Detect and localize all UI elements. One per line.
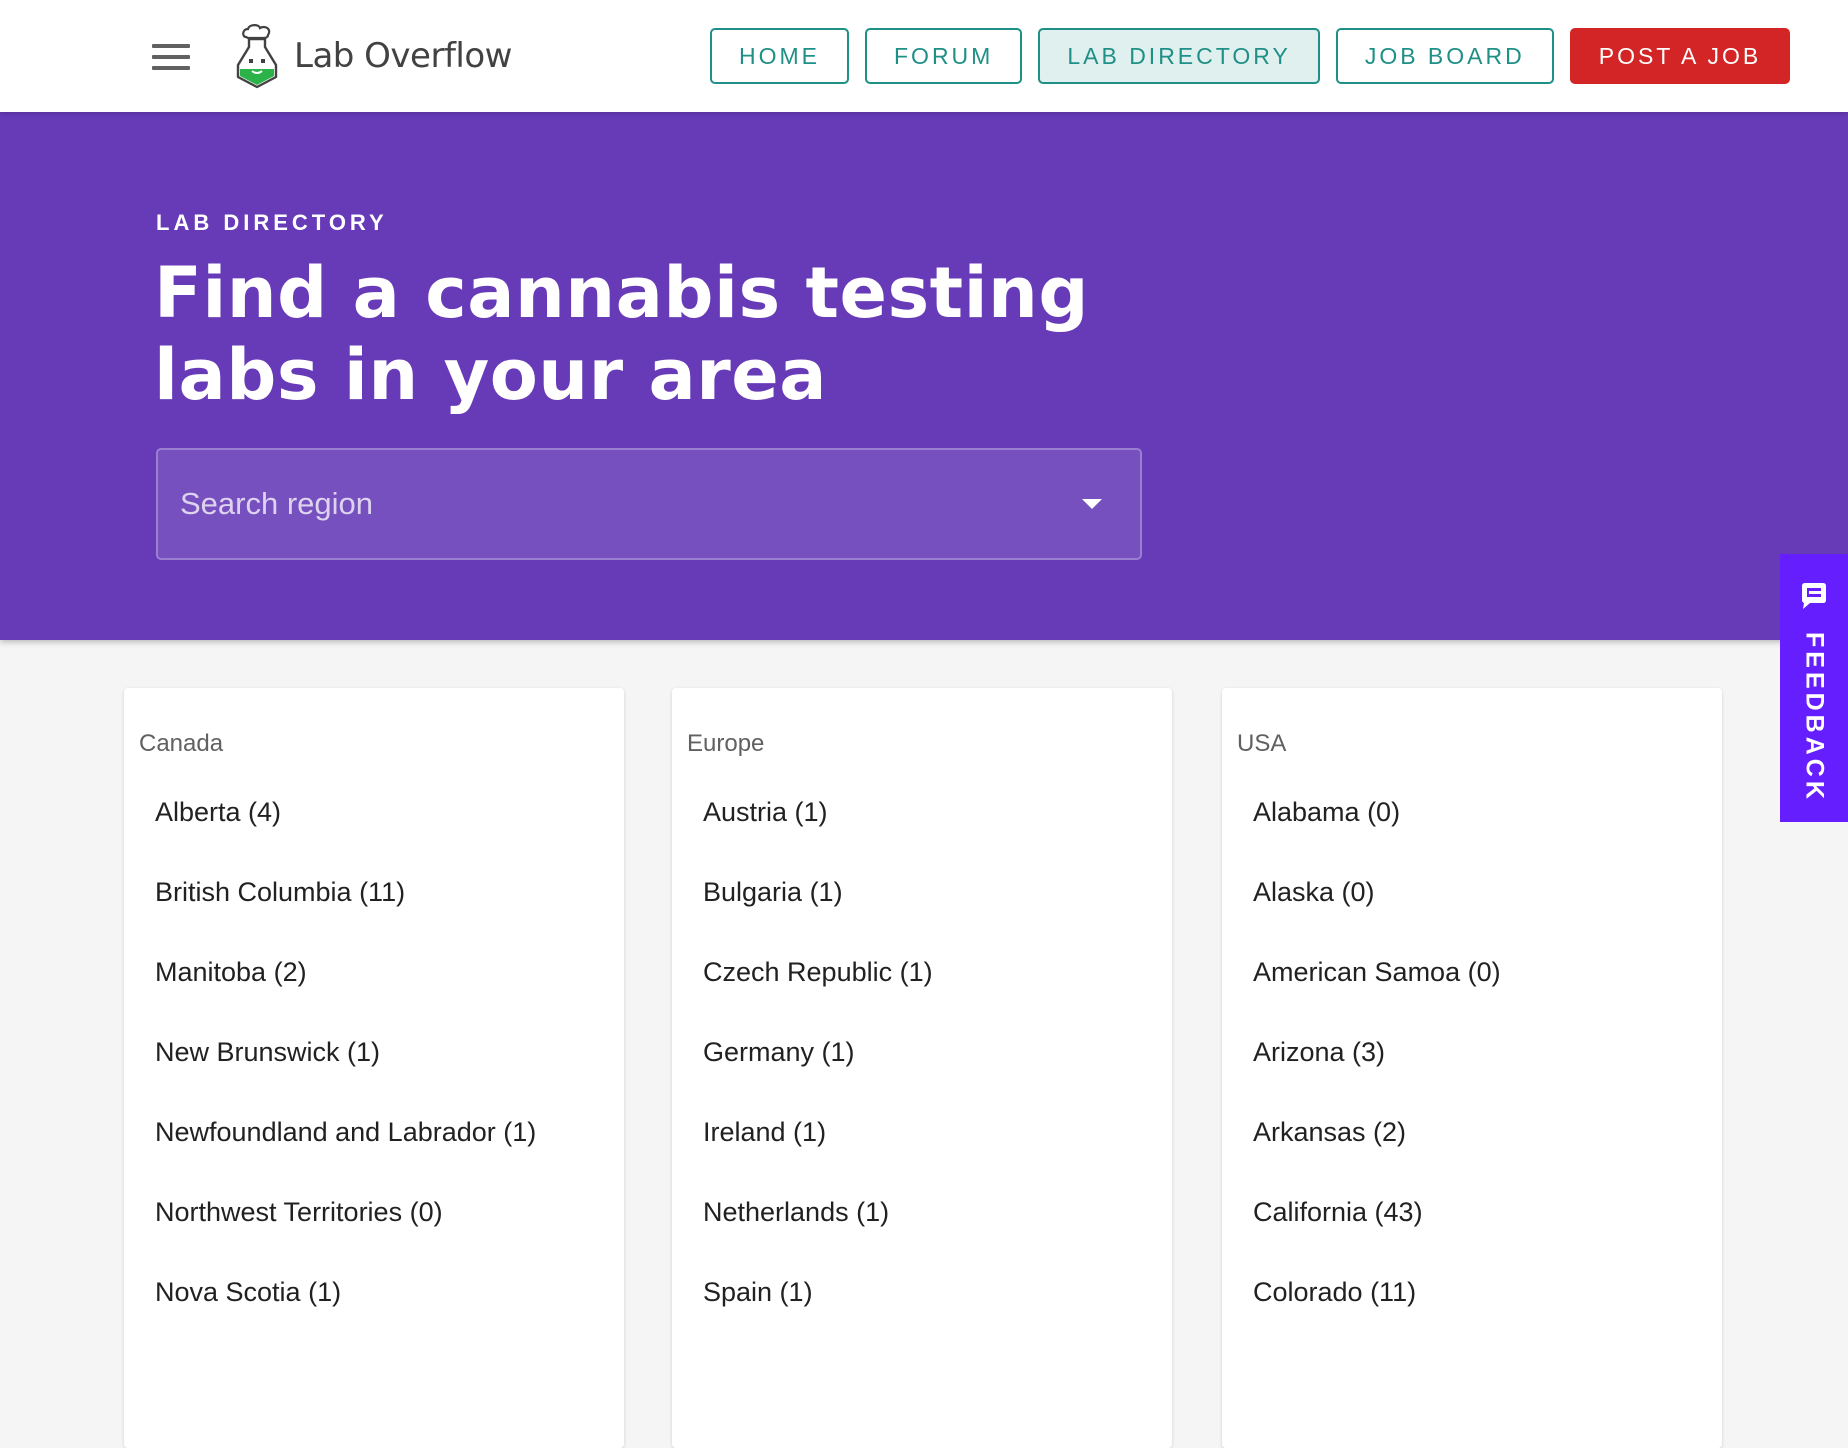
dropdown-arrow-icon[interactable] xyxy=(1082,499,1102,509)
menu-icon[interactable] xyxy=(152,44,190,70)
region-item-link[interactable]: Bulgaria (1) xyxy=(703,872,933,952)
region-item-link[interactable]: Spain (1) xyxy=(703,1272,933,1352)
region-item-link[interactable]: Austria (1) xyxy=(703,792,933,872)
feedback-label: FEEDBACK xyxy=(1800,632,1829,803)
region-list: Austria (1) Bulgaria (1) Czech Republic … xyxy=(703,792,933,1352)
region-item-link[interactable]: Manitoba (2) xyxy=(155,952,536,1032)
region-item-link[interactable]: Alabama (0) xyxy=(1253,792,1501,872)
region-title: USA xyxy=(1237,730,1287,757)
nav-job-board-button[interactable]: JOB BOARD xyxy=(1335,28,1554,84)
region-list: Alabama (0) Alaska (0) American Samoa (0… xyxy=(1253,792,1501,1352)
app-bar: Lab Overflow HOME FORUM LAB DIRECTORY JO… xyxy=(0,0,1848,112)
region-item-link[interactable]: Germany (1) xyxy=(703,1032,933,1112)
region-title: Canada xyxy=(139,730,224,757)
feedback-icon xyxy=(1802,583,1826,609)
nav-forum-button[interactable]: FORUM xyxy=(865,28,1023,84)
flask-logo-icon xyxy=(236,24,278,89)
region-item-link[interactable]: Northwest Territories (0) xyxy=(155,1192,536,1272)
region-item-link[interactable]: New Brunswick (1) xyxy=(155,1032,536,1112)
nav-home-button[interactable]: HOME xyxy=(710,28,849,84)
region-item-link[interactable]: Arkansas (2) xyxy=(1253,1112,1501,1192)
hero-banner: LAB DIRECTORY Find a cannabis testing la… xyxy=(0,112,1848,640)
region-item-link[interactable]: Alaska (0) xyxy=(1253,872,1501,952)
region-card-usa: USA Alabama (0) Alaska (0) American Samo… xyxy=(1222,688,1722,1448)
region-card-europe: Europe Austria (1) Bulgaria (1) Czech Re… xyxy=(672,688,1172,1448)
region-item-link[interactable]: Colorado (11) xyxy=(1253,1272,1501,1352)
post-job-button[interactable]: POST A JOB xyxy=(1569,28,1791,84)
page-overline: LAB DIRECTORY xyxy=(156,210,388,235)
region-item-link[interactable]: Newfoundland and Labrador (1) xyxy=(155,1112,536,1192)
search-region-select[interactable] xyxy=(156,448,1142,560)
main-nav: HOME FORUM LAB DIRECTORY JOB BOARD POST … xyxy=(710,28,1791,84)
nav-lab-directory-button[interactable]: LAB DIRECTORY xyxy=(1038,28,1320,84)
logo[interactable]: Lab Overflow xyxy=(232,22,512,90)
region-item-link[interactable]: Nova Scotia (1) xyxy=(155,1272,536,1352)
region-cards: Canada Alberta (4) British Columbia (11)… xyxy=(0,640,1848,1448)
region-item-link[interactable]: Czech Republic (1) xyxy=(703,952,933,1032)
region-title: Europe xyxy=(687,730,765,757)
region-item-link[interactable]: Ireland (1) xyxy=(703,1112,933,1192)
search-region-input[interactable] xyxy=(180,486,1082,522)
region-item-link[interactable]: Netherlands (1) xyxy=(703,1192,933,1272)
region-item-link[interactable]: Alberta (4) xyxy=(155,792,536,872)
region-item-link[interactable]: British Columbia (11) xyxy=(155,872,536,952)
logo-text: Lab Overflow xyxy=(294,36,512,76)
feedback-tab[interactable]: FEEDBACK xyxy=(1780,554,1848,822)
region-list: Alberta (4) British Columbia (11) Manito… xyxy=(155,792,536,1352)
region-item-link[interactable]: Arizona (3) xyxy=(1253,1032,1501,1112)
page-title: Find a cannabis testing labs in your are… xyxy=(154,252,1090,416)
region-item-link[interactable]: American Samoa (0) xyxy=(1253,952,1501,1032)
region-card-canada: Canada Alberta (4) British Columbia (11)… xyxy=(124,688,624,1448)
region-item-link[interactable]: California (43) xyxy=(1253,1192,1501,1272)
